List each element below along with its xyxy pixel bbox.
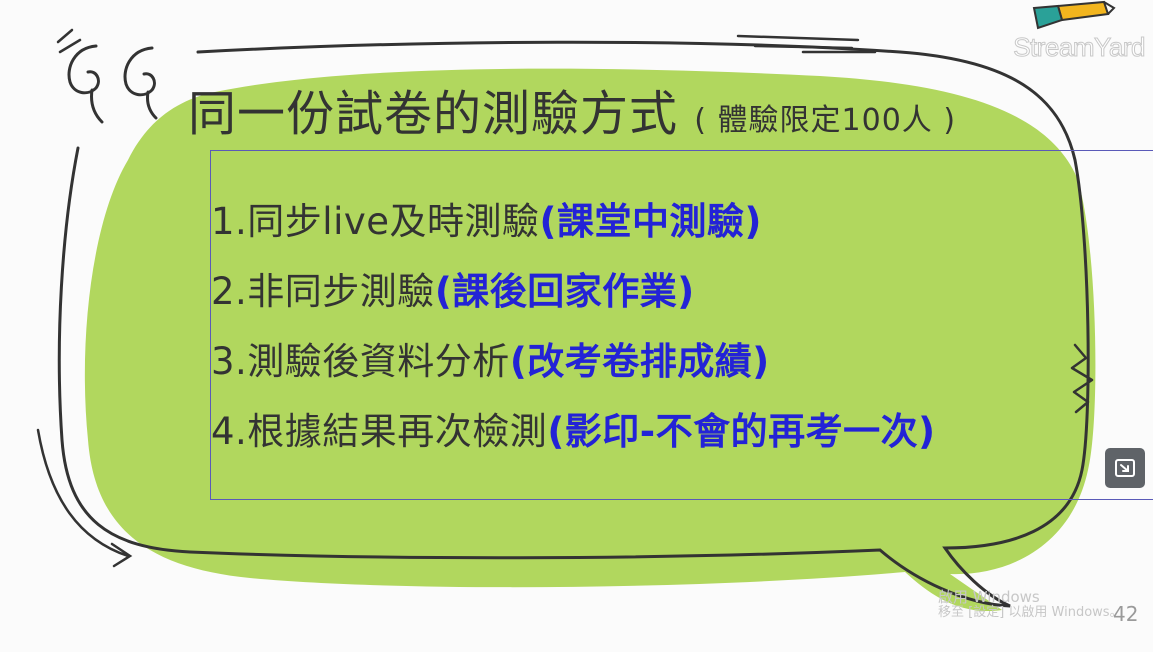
item-text: 3.測驗後資料分析 (211, 340, 510, 383)
list-item: 3.測驗後資料分析(改考卷排成績) (211, 327, 936, 397)
windows-activation-watermark: 啟用 Windows 移至 [設定] 以啟用 Windows。 (938, 588, 1123, 621)
list-item: 4.根據結果再次檢測(影印-不會的再考一次) (211, 397, 936, 467)
item-note: (影印-不會的再考一次) (547, 410, 936, 453)
item-note: (課堂中測驗) (539, 200, 762, 243)
slide-page-number: 42 (1113, 602, 1139, 626)
quote-marks-icon (67, 44, 158, 124)
item-text: 1.同步live及時測驗 (211, 200, 540, 243)
watermark-subtitle: 移至 [設定] 以啟用 Windows。 (938, 605, 1123, 620)
item-note: (課後回家作業) (434, 270, 695, 313)
slide-stage: 同一份試卷的測驗方式 ( 體驗限定100人 ) 1.同步live及時測驗(課堂中… (0, 0, 1153, 652)
slide-title-main: 同一份試卷的測驗方式 (188, 86, 679, 142)
item-list: 1.同步live及時測驗(課堂中測驗) 2.非同步測驗(課後回家作業) 3.測驗… (211, 187, 936, 467)
slide-title-suffix: ( 體驗限定100人 ) (694, 103, 957, 138)
watermark-title: 啟用 Windows (938, 588, 1040, 606)
item-text: 4.根據結果再次檢測 (211, 410, 548, 453)
expand-button[interactable] (1105, 448, 1145, 488)
list-item: 1.同步live及時測驗(課堂中測驗) (211, 187, 936, 257)
list-item: 2.非同步測驗(課後回家作業) (211, 257, 936, 327)
expand-icon (1115, 459, 1135, 477)
item-note: (改考卷排成績) (509, 340, 770, 383)
slide-title: 同一份試卷的測驗方式 ( 體驗限定100人 ) (188, 74, 956, 144)
item-text: 2.非同步測驗 (211, 270, 435, 313)
streamyard-logo: StreamYard (1013, 32, 1146, 63)
content-box: 1.同步live及時測驗(課堂中測驗) 2.非同步測驗(課後回家作業) 3.測驗… (210, 150, 1153, 500)
